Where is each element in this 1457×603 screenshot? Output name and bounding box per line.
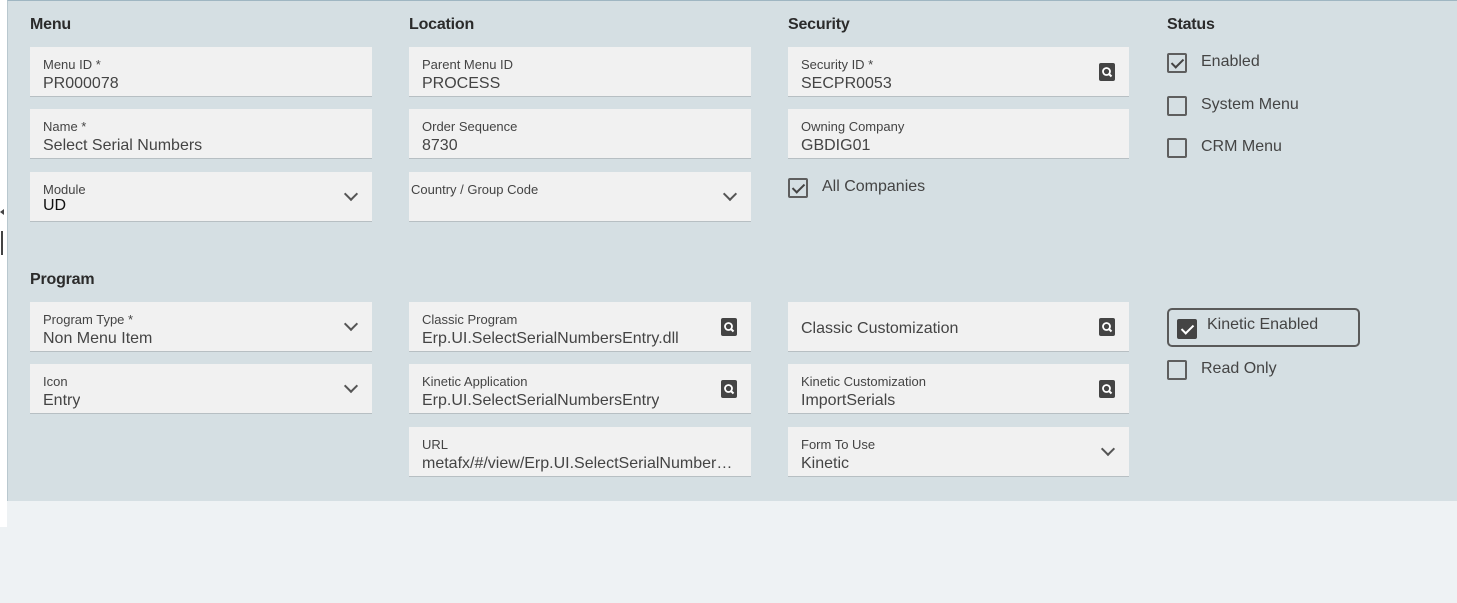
section-title-location: Location [409, 16, 475, 33]
classic-customization-field[interactable]: Classic Customization [788, 302, 1129, 352]
field-value: Erp.UI.SelectSerialNumbersEntry.dll [422, 330, 679, 347]
field-label: Order Sequence [422, 119, 518, 134]
field-value: Erp.UI.SelectSerialNumbersEntry [422, 392, 660, 409]
checkbox-label: All Companies [822, 178, 926, 195]
checkbox-box[interactable] [1167, 138, 1187, 158]
lookup-search-icon[interactable] [1099, 380, 1115, 398]
checkbox-box[interactable] [1167, 53, 1187, 73]
menu-detail-panel: Menu Location Security Status Program Me… [7, 0, 1457, 501]
field-label: Kinetic Application [422, 374, 528, 389]
order-sequence-field[interactable]: Order Sequence 8730 [409, 109, 751, 159]
chevron-down-icon[interactable] [343, 378, 359, 394]
kinetic-application-field[interactable]: Kinetic Application Erp.UI.SelectSerialN… [409, 364, 751, 414]
program-type-dropdown[interactable]: Program Type * Non Menu Item [30, 302, 372, 352]
lookup-search-icon[interactable] [1099, 318, 1115, 336]
form-to-use-dropdown[interactable]: Form To Use Kinetic [788, 427, 1129, 477]
section-title-program: Program [30, 271, 95, 288]
field-label: Classic Customization [801, 320, 959, 337]
lookup-search-icon[interactable] [721, 318, 737, 336]
field-label: URL [422, 437, 449, 452]
field-value: Select Serial Numbers [43, 137, 203, 154]
field-label: Module [43, 182, 86, 197]
field-label: Icon [43, 374, 68, 389]
field-label: Menu ID * [43, 57, 101, 72]
kinetic-enabled-checkbox[interactable]: Kinetic Enabled [1167, 308, 1360, 347]
menu-id-field[interactable]: Menu ID * PR000078 [30, 47, 372, 97]
field-value: PR000078 [43, 75, 119, 92]
field-value: SECPR0053 [801, 75, 892, 92]
field-label: Owning Company [801, 119, 905, 134]
field-label: Parent Menu ID [422, 57, 514, 72]
name-field[interactable]: Name * Select Serial Numbers [30, 109, 372, 159]
checkbox-label: Kinetic Enabled [1207, 316, 1319, 333]
enabled-checkbox[interactable]: Enabled [1167, 53, 1367, 77]
system-menu-checkbox[interactable]: System Menu [1167, 96, 1367, 120]
section-title-menu: Menu [30, 16, 71, 33]
owning-company-field[interactable]: Owning Company GBDIG01 [788, 109, 1129, 159]
field-value: ImportSerials [801, 392, 896, 409]
section-title-status: Status [1167, 16, 1215, 33]
checkbox-label: CRM Menu [1201, 138, 1282, 155]
chevron-down-icon[interactable] [1100, 441, 1116, 457]
lookup-search-icon[interactable] [721, 380, 737, 398]
security-id-field[interactable]: Security ID * SECPR0053 [788, 47, 1129, 97]
checkbox-box[interactable] [1177, 319, 1197, 339]
parent-menu-id-field[interactable]: Parent Menu ID PROCESS [409, 47, 751, 97]
module-dropdown[interactable]: Module UD [30, 172, 372, 222]
country-group-code-dropdown[interactable]: Country / Group Code [409, 172, 751, 222]
checkbox-label: System Menu [1201, 96, 1299, 113]
url-field[interactable]: URL metafx/#/view/Erp.UI.SelectSerialNum… [409, 427, 751, 477]
field-label: Name * [43, 119, 87, 134]
field-label: Classic Program [422, 312, 518, 327]
classic-program-field[interactable]: Classic Program Erp.UI.SelectSerialNumbe… [409, 302, 751, 352]
field-value: GBDIG01 [801, 137, 871, 154]
field-label: Kinetic Customization [801, 374, 926, 389]
read-only-checkbox[interactable]: Read Only [1167, 360, 1367, 384]
section-title-security: Security [788, 16, 850, 33]
chevron-down-icon[interactable] [722, 186, 738, 202]
field-value: UD [43, 197, 67, 214]
kinetic-customization-field[interactable]: Kinetic Customization ImportSerials [788, 364, 1129, 414]
checkbox-box[interactable] [1167, 360, 1187, 380]
all-companies-checkbox[interactable]: All Companies [788, 178, 988, 202]
icon-dropdown[interactable]: Icon Entry [30, 364, 372, 414]
field-value: Kinetic [801, 455, 850, 472]
lookup-search-icon[interactable] [1099, 63, 1115, 81]
chevron-down-icon[interactable] [343, 316, 359, 332]
field-label: Form To Use [801, 437, 876, 452]
chevron-down-icon[interactable] [343, 186, 359, 202]
checkbox-label: Read Only [1201, 360, 1277, 377]
field-value: Entry [43, 392, 81, 409]
collapse-arrow-icon[interactable] [0, 209, 4, 215]
field-value: metafx/#/view/Erp.UI.SelectSerialNumbers… [422, 455, 734, 472]
splitter-handle[interactable] [1, 231, 3, 255]
field-label: Security ID * [801, 57, 874, 72]
field-value: 8730 [422, 137, 458, 154]
checkbox-box[interactable] [1167, 96, 1187, 116]
field-value: PROCESS [422, 75, 501, 92]
field-label: Program Type * [43, 312, 134, 327]
left-strip [0, 0, 7, 527]
checkbox-box[interactable] [788, 178, 808, 198]
crm-menu-checkbox[interactable]: CRM Menu [1167, 138, 1367, 162]
checkbox-label: Enabled [1201, 53, 1260, 70]
field-label: Country / Group Code [411, 182, 539, 197]
field-value: Non Menu Item [43, 330, 153, 347]
